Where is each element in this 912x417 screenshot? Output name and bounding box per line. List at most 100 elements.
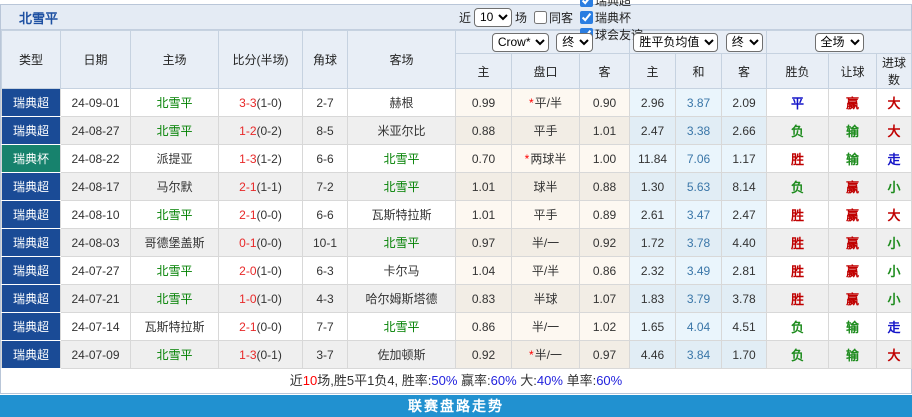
handicap-cell: *两球半 <box>511 144 580 173</box>
avg-time-select[interactable]: 终 <box>725 32 763 52</box>
corner-score-cell: 6-3 <box>302 256 348 285</box>
summary-segment: 单率: <box>562 373 597 388</box>
recent-label: 近 <box>458 10 471 25</box>
away-odds-cell: 0.90 <box>578 88 631 117</box>
outcome-result-cell: 胜 <box>766 144 830 173</box>
outcome-result-cell-text: 负 <box>791 124 805 139</box>
avg-away-odds-cell: 1.17 <box>721 144 768 173</box>
fulltime-score: 1-2 <box>239 123 257 138</box>
goals-result-cell: 大 <box>876 200 912 229</box>
handicap-result-cell: 赢 <box>828 88 878 117</box>
halftime-score: (0-1) <box>256 347 282 362</box>
same-away-checkbox[interactable] <box>533 10 547 24</box>
league-filter-label: 瑞典杯 <box>594 10 631 25</box>
summary-line: 近10场,胜5平1负4, 胜率:50% 赢率:60% 大:40% 单率:60% <box>1 369 911 393</box>
handicap-result-cell: 赢 <box>828 172 878 201</box>
outcome-result-cell-text: 负 <box>791 180 805 195</box>
away-team-cell: 北雪平 <box>347 144 456 173</box>
outcome-result-cell: 胜 <box>766 228 830 257</box>
score-cell: 3-3(1-0) <box>218 88 303 117</box>
outcome-result-cell: 负 <box>766 116 830 145</box>
match-row: 瑞典超 24-08-10 北雪平 2-1(0-0) 6-6 瓦斯特拉斯 1.01 平手 0.89… <box>1 200 912 229</box>
goals-result-cell: 小 <box>876 284 912 313</box>
away-team-cell: 米亚尔比 <box>347 116 456 145</box>
home-team-cell: 派提亚 <box>130 144 219 173</box>
goals-result-cell: 大 <box>876 116 912 145</box>
avg-type-select[interactable]: 胜平负均值 <box>633 32 719 52</box>
same-away-option: 同客 <box>530 9 573 26</box>
summary-segment: 近 <box>289 373 303 388</box>
avg-away-odds-cell: 1.70 <box>721 340 768 369</box>
match-row: 瑞典超 24-07-21 北雪平 1-0(1-0) 4-3 哈尔姆斯塔德 0.83 半球 1.0… <box>1 284 912 313</box>
league-trend-link[interactable]: 联赛盘路走势 <box>0 395 912 417</box>
league-filter-option: 瑞典超 <box>576 0 643 9</box>
match-row: 瑞典杯 24-08-22 派提亚 1-3(1-2) 6-6 北雪平 0.70 *两球半 1.00… <box>1 144 912 173</box>
match-row: 瑞典超 24-09-01 北雪平 3-3(1-0) 2-7 赫根 0.99 *平/半 0.90 2… <box>1 88 912 117</box>
avg-draw-odds-cell: 3.38 <box>675 116 723 145</box>
league-filter-option: 瑞典杯 <box>576 9 643 26</box>
score-cell: 2-1(0-0) <box>218 200 303 229</box>
match-date-cell: 24-08-17 <box>60 172 131 201</box>
corner-score-cell: 7-2 <box>302 172 348 201</box>
match-date-cell: 24-07-21 <box>60 284 131 313</box>
match-count-select[interactable]: 10 <box>473 7 512 27</box>
halftime-score: (1-2) <box>256 151 282 166</box>
match-row: 瑞典超 24-07-09 北雪平 1-3(0-1) 3-7 佐加顿斯 0.92 *半/一 0.9… <box>1 340 912 369</box>
away-team-cell: 北雪平 <box>347 172 456 201</box>
corner-score-cell: 2-7 <box>302 88 348 117</box>
league-type-badge: 瑞典超 <box>1 172 61 201</box>
home-team-cell: 北雪平 <box>130 88 219 117</box>
away-odds-cell: 0.88 <box>578 172 631 201</box>
home-team-cell: 北雪平 <box>130 256 219 285</box>
away-team-name: 哈尔姆斯塔德 <box>365 292 438 306</box>
odds-company-select[interactable]: Crow* <box>491 32 549 52</box>
odds-time-select[interactable]: 终 <box>556 32 594 52</box>
handicap-result-cell-text: 输 <box>846 348 860 363</box>
handicap-result-cell: 输 <box>828 144 878 173</box>
home-team-cell: 北雪平 <box>130 116 219 145</box>
league-filter-checkbox[interactable] <box>579 0 593 7</box>
home-odds-cell: 0.97 <box>455 228 512 257</box>
match-row: 瑞典超 24-07-27 北雪平 2-0(1-0) 6-3 卡尔马 1.04 平/半 0.86 2… <box>1 256 912 285</box>
match-date-cell: 24-08-10 <box>60 200 131 229</box>
avg-home-odds-cell: 2.47 <box>629 116 677 145</box>
league-type-badge: 瑞典杯 <box>1 144 61 173</box>
halftime-score: (0-0) <box>256 207 282 222</box>
summary-segment: 40% <box>536 373 563 388</box>
handicap-result-cell-text: 输 <box>846 320 860 335</box>
avg-home-odds-cell: 2.96 <box>629 88 677 117</box>
home-team-name: 北雪平 <box>156 264 193 278</box>
away-odds-cell: 0.86 <box>578 256 631 285</box>
league-type-badge: 瑞典超 <box>1 116 61 145</box>
summary-segment: 60% <box>490 373 517 388</box>
fulltime-score: 0-1 <box>239 235 257 250</box>
home-team-cell: 北雪平 <box>130 200 219 229</box>
goals-result-cell: 走 <box>876 312 912 341</box>
score-cell: 2-0(1-0) <box>218 256 303 285</box>
avg-away-odds-cell: 4.40 <box>721 228 768 257</box>
home-team-cell: 北雪平 <box>130 340 219 369</box>
scope-select[interactable]: 全场 <box>814 32 864 52</box>
halftime-score: (0-0) <box>256 235 282 250</box>
corner-score-cell: 6-6 <box>302 144 348 173</box>
goals-result-cell-text: 走 <box>887 152 901 167</box>
away-team-cell: 卡尔马 <box>347 256 456 285</box>
away-odds-cell: 0.92 <box>578 228 631 257</box>
score-cell: 0-1(0-0) <box>218 228 303 257</box>
handicap-result-cell: 赢 <box>828 228 878 257</box>
fulltime-score: 1-3 <box>239 347 257 362</box>
league-filter-checkbox[interactable] <box>579 10 593 24</box>
score-cell: 1-0(1-0) <box>218 284 303 313</box>
away-team-name: 赫根 <box>389 96 414 110</box>
handicap-cell: 平手 <box>511 200 580 229</box>
goals-result-cell: 走 <box>876 144 912 173</box>
away-odds-cell: 1.02 <box>578 312 631 341</box>
handicap-cell: 球半 <box>511 172 580 201</box>
match-row: 瑞典超 24-07-14 瓦斯特拉斯 2-1(0-0) 7-7 北雪平 0.86 半/一 1.0… <box>1 312 912 341</box>
halftime-score: (0-0) <box>256 319 282 334</box>
avg-home-odds-cell: 2.32 <box>629 256 677 285</box>
away-team-cell: 赫根 <box>347 88 456 117</box>
sub-header-outcome: 胜负 <box>766 53 830 89</box>
avg-draw-odds-cell: 3.49 <box>675 256 723 285</box>
sub-header-goals: 进球数 <box>876 53 912 89</box>
